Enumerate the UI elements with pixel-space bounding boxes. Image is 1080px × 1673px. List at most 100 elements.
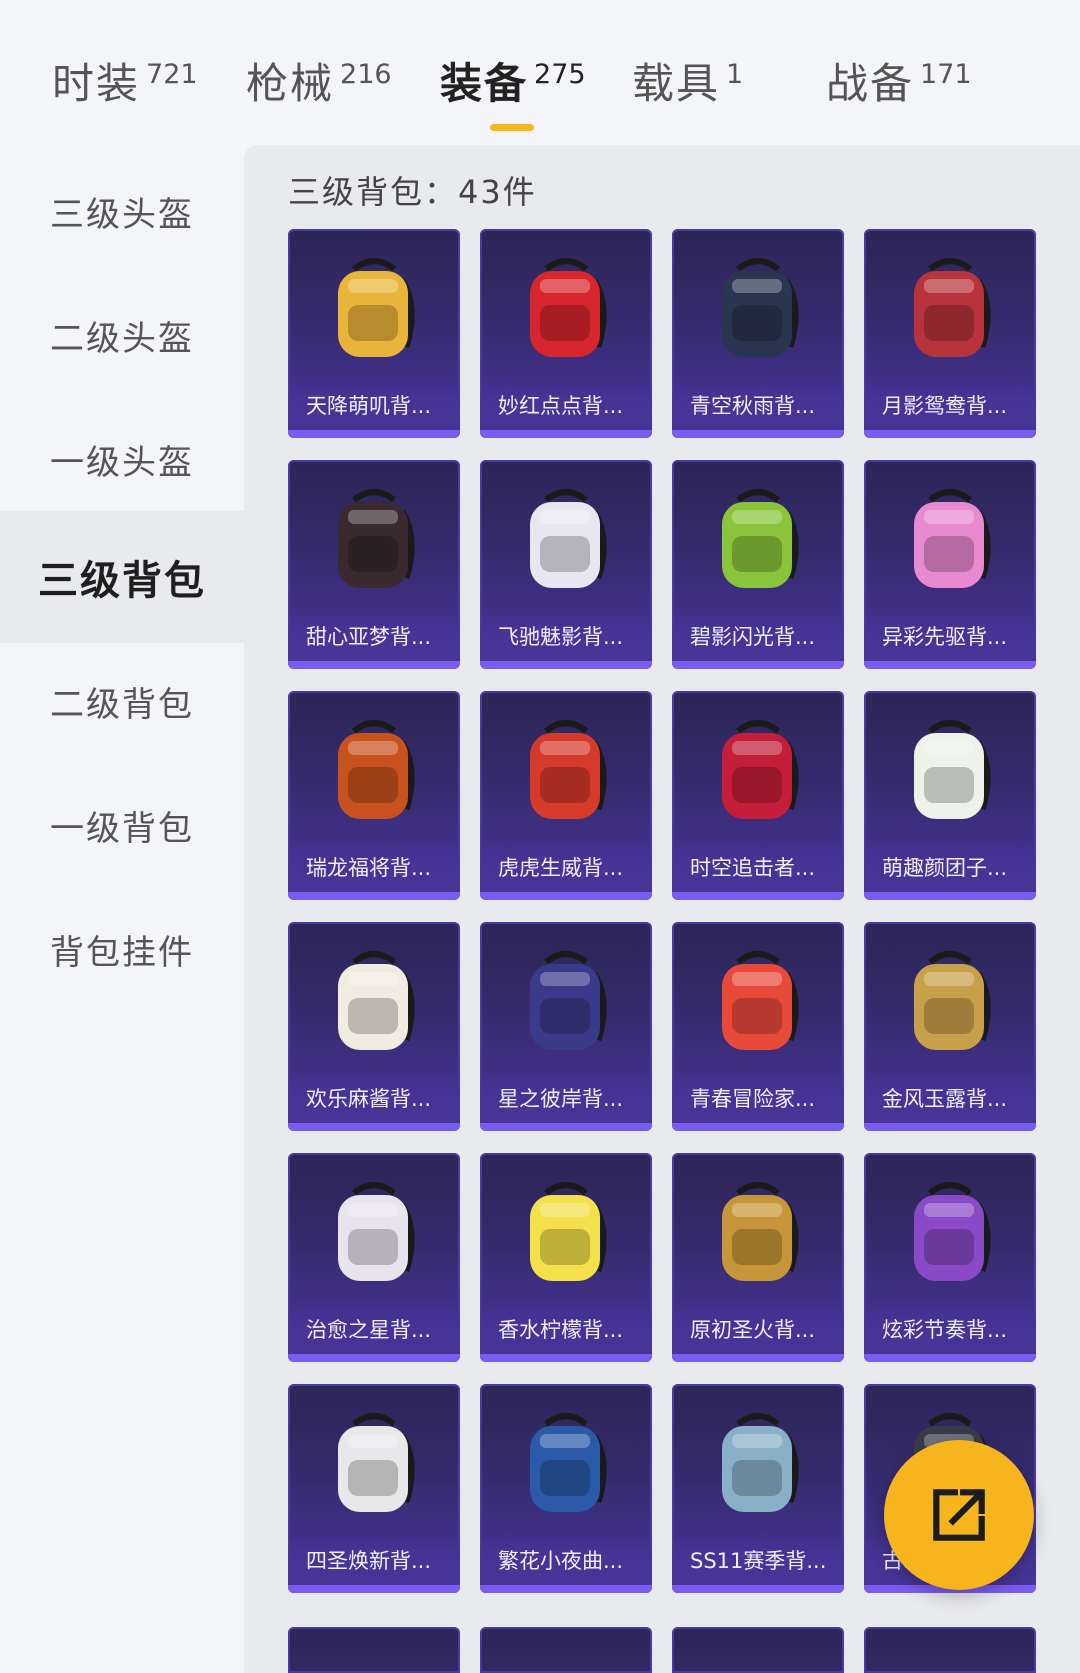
item-name: 异彩先驱背... xyxy=(864,611,1036,661)
item-card[interactable]: 治愈之星背... xyxy=(288,1153,460,1362)
item-card-partial[interactable] xyxy=(288,1627,460,1673)
tab-vehicles[interactable]: 载具 1 xyxy=(632,58,743,118)
backpack-icon xyxy=(672,932,844,1072)
item-name: 甜心亚梦背... xyxy=(288,611,460,661)
backpack-icon xyxy=(864,701,1036,841)
item-card[interactable]: 四圣焕新背... xyxy=(288,1384,460,1593)
share-icon xyxy=(933,1489,985,1541)
item-name: 繁花小夜曲... xyxy=(480,1535,652,1585)
sidebar-item-level2-helmet[interactable]: 二级头盔 xyxy=(0,269,244,401)
item-card-partial[interactable] xyxy=(480,1627,652,1673)
item-name: 治愈之星背... xyxy=(288,1304,460,1354)
backpack-icon xyxy=(672,1163,844,1303)
tab-fashion[interactable]: 时装 721 xyxy=(52,58,198,118)
tab-equipment[interactable]: 装备 275 xyxy=(440,58,586,118)
section-title: 三级背包：43件 xyxy=(288,173,537,211)
tab-supplies[interactable]: 战备 171 xyxy=(826,58,972,118)
item-name: 香水柠檬背... xyxy=(480,1304,652,1354)
backpack-icon xyxy=(480,239,652,379)
item-card[interactable]: 甜心亚梦背... xyxy=(288,460,460,669)
item-card[interactable]: 碧影闪光背... xyxy=(672,460,844,669)
item-name: 星之彼岸背... xyxy=(480,1073,652,1123)
item-card[interactable]: 炫彩节奏背... xyxy=(864,1153,1036,1362)
tab-label: 战备 xyxy=(826,59,915,108)
backpack-icon xyxy=(864,1163,1036,1303)
sidebar-item-level1-backpack[interactable]: 一级背包 xyxy=(0,759,244,891)
item-card[interactable]: 妙红点点背... xyxy=(480,229,652,438)
item-name: 青空秋雨背... xyxy=(672,380,844,430)
backpack-icon xyxy=(288,470,460,610)
backpack-icon xyxy=(480,701,652,841)
sidebar-item-level2-backpack[interactable]: 二级背包 xyxy=(0,635,244,767)
item-card[interactable]: 月影鸳鸯背... xyxy=(864,229,1036,438)
subcategory-sidebar: 三级头盔 二级头盔 一级头盔 三级背包 二级背包 一级背包 背包挂件 xyxy=(0,145,244,1673)
sidebar-item-level3-backpack[interactable]: 三级背包 xyxy=(0,511,244,643)
sidebar-item-backpack-pendant[interactable]: 背包挂件 xyxy=(0,883,244,1015)
item-name: 炫彩节奏背... xyxy=(864,1304,1036,1354)
item-card[interactable]: 青空秋雨背... xyxy=(672,229,844,438)
item-card[interactable]: 原初圣火背... xyxy=(672,1153,844,1362)
item-card[interactable]: 金风玉露背... xyxy=(864,922,1036,1131)
item-card-partial[interactable] xyxy=(672,1627,844,1673)
backpack-icon xyxy=(288,932,460,1072)
item-name: 妙红点点背... xyxy=(480,380,652,430)
backpack-icon xyxy=(864,932,1036,1072)
backpack-icon xyxy=(288,1394,460,1534)
item-card[interactable]: 异彩先驱背... xyxy=(864,460,1036,669)
sidebar-item-level1-helmet[interactable]: 一级头盔 xyxy=(0,393,244,525)
item-name: 欢乐麻酱背... xyxy=(288,1073,460,1123)
backpack-icon xyxy=(672,1394,844,1534)
item-card[interactable]: 香水柠檬背... xyxy=(480,1153,652,1362)
backpack-icon xyxy=(480,470,652,610)
item-card[interactable]: 欢乐麻酱背... xyxy=(288,922,460,1131)
item-card[interactable]: 飞驰魅影背... xyxy=(480,460,652,669)
backpack-icon xyxy=(288,239,460,379)
item-card[interactable]: 星之彼岸背... xyxy=(480,922,652,1131)
backpack-icon xyxy=(864,470,1036,610)
item-name: 瑞龙福将背... xyxy=(288,842,460,892)
item-name: 青春冒险家... xyxy=(672,1073,844,1123)
item-name: 时空追击者... xyxy=(672,842,844,892)
item-name: 月影鸳鸯背... xyxy=(864,380,1036,430)
backpack-icon xyxy=(288,701,460,841)
item-name: 天降萌叽背... xyxy=(288,380,460,430)
tab-label: 时装 xyxy=(52,59,141,108)
item-name: 碧影闪光背... xyxy=(672,611,844,661)
backpack-icon xyxy=(864,239,1036,379)
item-card[interactable]: SS11赛季背... xyxy=(672,1384,844,1593)
next-row-partial xyxy=(288,1627,1048,1673)
tab-count: 171 xyxy=(920,59,972,90)
tab-count: 216 xyxy=(340,59,392,90)
item-card[interactable]: 天降萌叽背... xyxy=(288,229,460,438)
share-button[interactable] xyxy=(884,1440,1034,1590)
tab-label: 载具 xyxy=(632,59,721,108)
category-tabs: 时装 721 枪械 216 装备 275 载具 1 战备 171 xyxy=(0,0,1080,145)
sidebar-item-level3-helmet[interactable]: 三级头盔 xyxy=(0,145,244,277)
tab-count: 1 xyxy=(726,59,744,90)
tab-count: 721 xyxy=(146,59,198,90)
backpack-icon xyxy=(672,701,844,841)
item-card[interactable]: 青春冒险家... xyxy=(672,922,844,1131)
backpack-icon xyxy=(480,932,652,1072)
item-card[interactable]: 瑞龙福将背... xyxy=(288,691,460,900)
tab-firearms[interactable]: 枪械 216 xyxy=(246,58,392,118)
backpack-icon xyxy=(288,1163,460,1303)
item-card[interactable]: 萌趣颜团子... xyxy=(864,691,1036,900)
item-name: SS11赛季背... xyxy=(672,1535,844,1585)
backpack-icon xyxy=(480,1163,652,1303)
item-name: 萌趣颜团子... xyxy=(864,842,1036,892)
item-card-partial[interactable] xyxy=(864,1627,1036,1673)
item-name: 原初圣火背... xyxy=(672,1304,844,1354)
item-card[interactable]: 时空追击者... xyxy=(672,691,844,900)
item-name: 虎虎生威背... xyxy=(480,842,652,892)
item-grid: 天降萌叽背... 妙红点点背... 青空秋雨背... 月影鸳鸯背... 甜心亚梦背...… xyxy=(288,229,1048,1593)
item-card[interactable]: 虎虎生威背... xyxy=(480,691,652,900)
item-name: 金风玉露背... xyxy=(864,1073,1036,1123)
active-tab-indicator xyxy=(490,124,534,131)
item-name: 飞驰魅影背... xyxy=(480,611,652,661)
backpack-icon xyxy=(480,1394,652,1534)
tab-count: 275 xyxy=(534,59,586,90)
tab-label: 装备 xyxy=(440,59,529,108)
item-card[interactable]: 繁花小夜曲... xyxy=(480,1384,652,1593)
tab-label: 枪械 xyxy=(246,59,335,108)
